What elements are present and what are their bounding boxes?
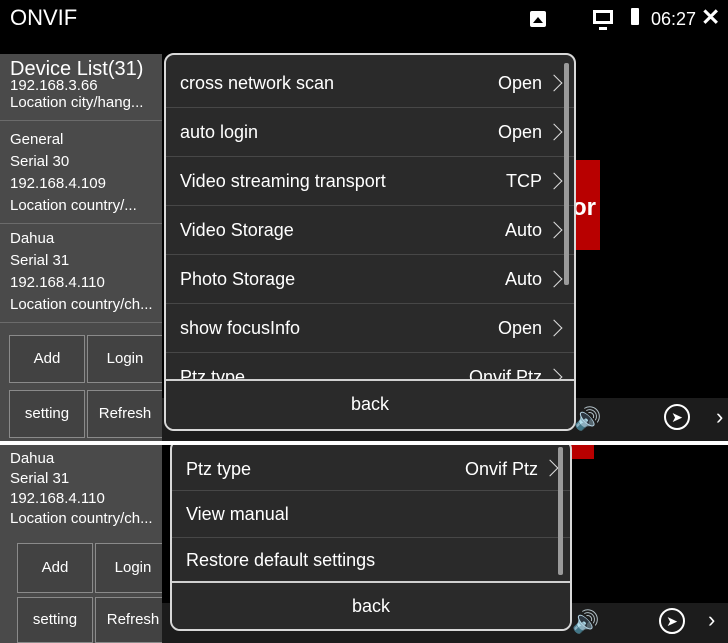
battery-icon (631, 8, 639, 25)
device-location: Location city/hang... (10, 94, 144, 111)
menu-item-auto-login[interactable]: auto login Open (166, 108, 574, 157)
screenshot-bottom: Dahua Serial 31 192.168.4.110 Location c… (0, 445, 728, 643)
menu-item-value: Open (497, 73, 542, 93)
device-ip: 192.168.4.109 (10, 175, 106, 192)
menu-item-label: show focusInfo (180, 318, 301, 338)
menu-item-view-manual[interactable]: View manual (172, 491, 570, 538)
refresh-button[interactable]: Refresh (87, 390, 163, 438)
chevron-right-icon[interactable]: › (716, 404, 723, 430)
chevron-right-icon[interactable]: › (708, 607, 715, 633)
device-ip: 192.168.4.110 (10, 274, 105, 291)
menu-item-value: Open (497, 318, 542, 338)
menu-item-video-streaming-transport[interactable]: Video streaming transport TCP (166, 157, 574, 206)
menu-item-label: Video Storage (180, 220, 294, 240)
play-circle-icon[interactable]: ➤ (659, 608, 685, 634)
chevron-right-icon (545, 319, 563, 337)
device-name: Dahua (10, 230, 55, 247)
list-item[interactable]: Dahua Serial 31 192.168.4.110 Location c… (0, 445, 162, 535)
play-circle-icon[interactable]: ➤ (664, 404, 690, 430)
device-ip: 192.168.4.110 (10, 490, 105, 507)
menu-item-restore-default-settings[interactable]: Restore default settings (172, 538, 570, 583)
list-item[interactable]: Dahua Serial 31 192.168.4.110 Location c… (0, 224, 162, 323)
login-button[interactable]: Login (87, 335, 163, 383)
menu-item-label: auto login (180, 122, 259, 142)
list-item[interactable]: 192.168.3.66 Location city/hang... (0, 78, 162, 121)
setting-button[interactable]: setting (17, 597, 93, 643)
menu-item-ptz-type[interactable]: Ptz type Onvif Ptz (172, 445, 570, 491)
menu-item-value: TCP (506, 171, 542, 191)
device-serial: Serial 31 (10, 252, 70, 269)
device-serial: Serial 30 (10, 153, 70, 170)
menu-item-value: Auto (504, 220, 542, 240)
menu-item-value: Onvif Ptz (464, 459, 538, 479)
chevron-right-icon (541, 459, 559, 477)
device-location: Location country/ch... (10, 510, 153, 527)
setting-button[interactable]: setting (9, 390, 85, 438)
menu-item-label: Photo Storage (180, 269, 296, 289)
close-icon[interactable]: ✕ (701, 4, 720, 31)
speaker-icon[interactable]: 🔊 (572, 609, 599, 635)
list-item[interactable]: General Serial 30 192.168.4.109 Location… (0, 121, 162, 224)
device-serial: Serial 31 (10, 470, 70, 487)
menu-item-value: Open (497, 122, 542, 142)
settings-dialog: cross network scan Open auto login Open … (164, 53, 576, 431)
app-title: ONVIF (10, 5, 78, 30)
add-button[interactable]: Add (9, 335, 85, 383)
device-location: Location country/... (10, 197, 137, 214)
refresh-button[interactable]: Refresh (95, 597, 171, 643)
scrollbar[interactable] (558, 447, 563, 575)
chevron-right-icon (545, 270, 563, 288)
settings-dialog: Ptz type Onvif Ptz View manual Restore d… (170, 445, 572, 631)
clock: 06:27 (651, 9, 697, 29)
login-button[interactable]: Login (95, 543, 171, 593)
chevron-right-icon (545, 221, 563, 239)
status-bar: ONVIF 06:27 ✕ (0, 0, 728, 38)
menu-item-label: cross network scan (180, 73, 335, 93)
screenshot-top: ONVIF 06:27 ✕ Device List(31) 192.168.3.… (0, 0, 728, 441)
menu-item-video-storage[interactable]: Video Storage Auto (166, 206, 574, 255)
back-button[interactable]: back (172, 581, 570, 629)
menu-item-cross-network-scan[interactable]: cross network scan Open (166, 59, 574, 108)
chevron-right-icon (545, 74, 563, 92)
menu-item-label: View manual (186, 504, 289, 524)
monitor-icon (593, 10, 613, 30)
menu-item-label: Ptz type (186, 459, 252, 479)
menu-item-show-focusinfo[interactable]: show focusInfo Open (166, 304, 574, 353)
add-button[interactable]: Add (17, 543, 93, 593)
chevron-right-icon (545, 172, 563, 190)
speaker-icon[interactable]: 🔊 (574, 406, 601, 432)
menu-item-label: Video streaming transport (180, 171, 386, 191)
menu-item-label: Restore default settings (186, 550, 376, 570)
back-button[interactable]: back (166, 379, 574, 429)
scrollbar[interactable] (564, 63, 569, 285)
device-name: General (10, 131, 64, 148)
device-name: Dahua (10, 450, 55, 467)
image-icon (530, 11, 546, 27)
chevron-right-icon (545, 123, 563, 141)
menu-item-value: Auto (504, 269, 542, 289)
device-location: Location country/ch... (10, 296, 153, 313)
menu-item-photo-storage[interactable]: Photo Storage Auto (166, 255, 574, 304)
